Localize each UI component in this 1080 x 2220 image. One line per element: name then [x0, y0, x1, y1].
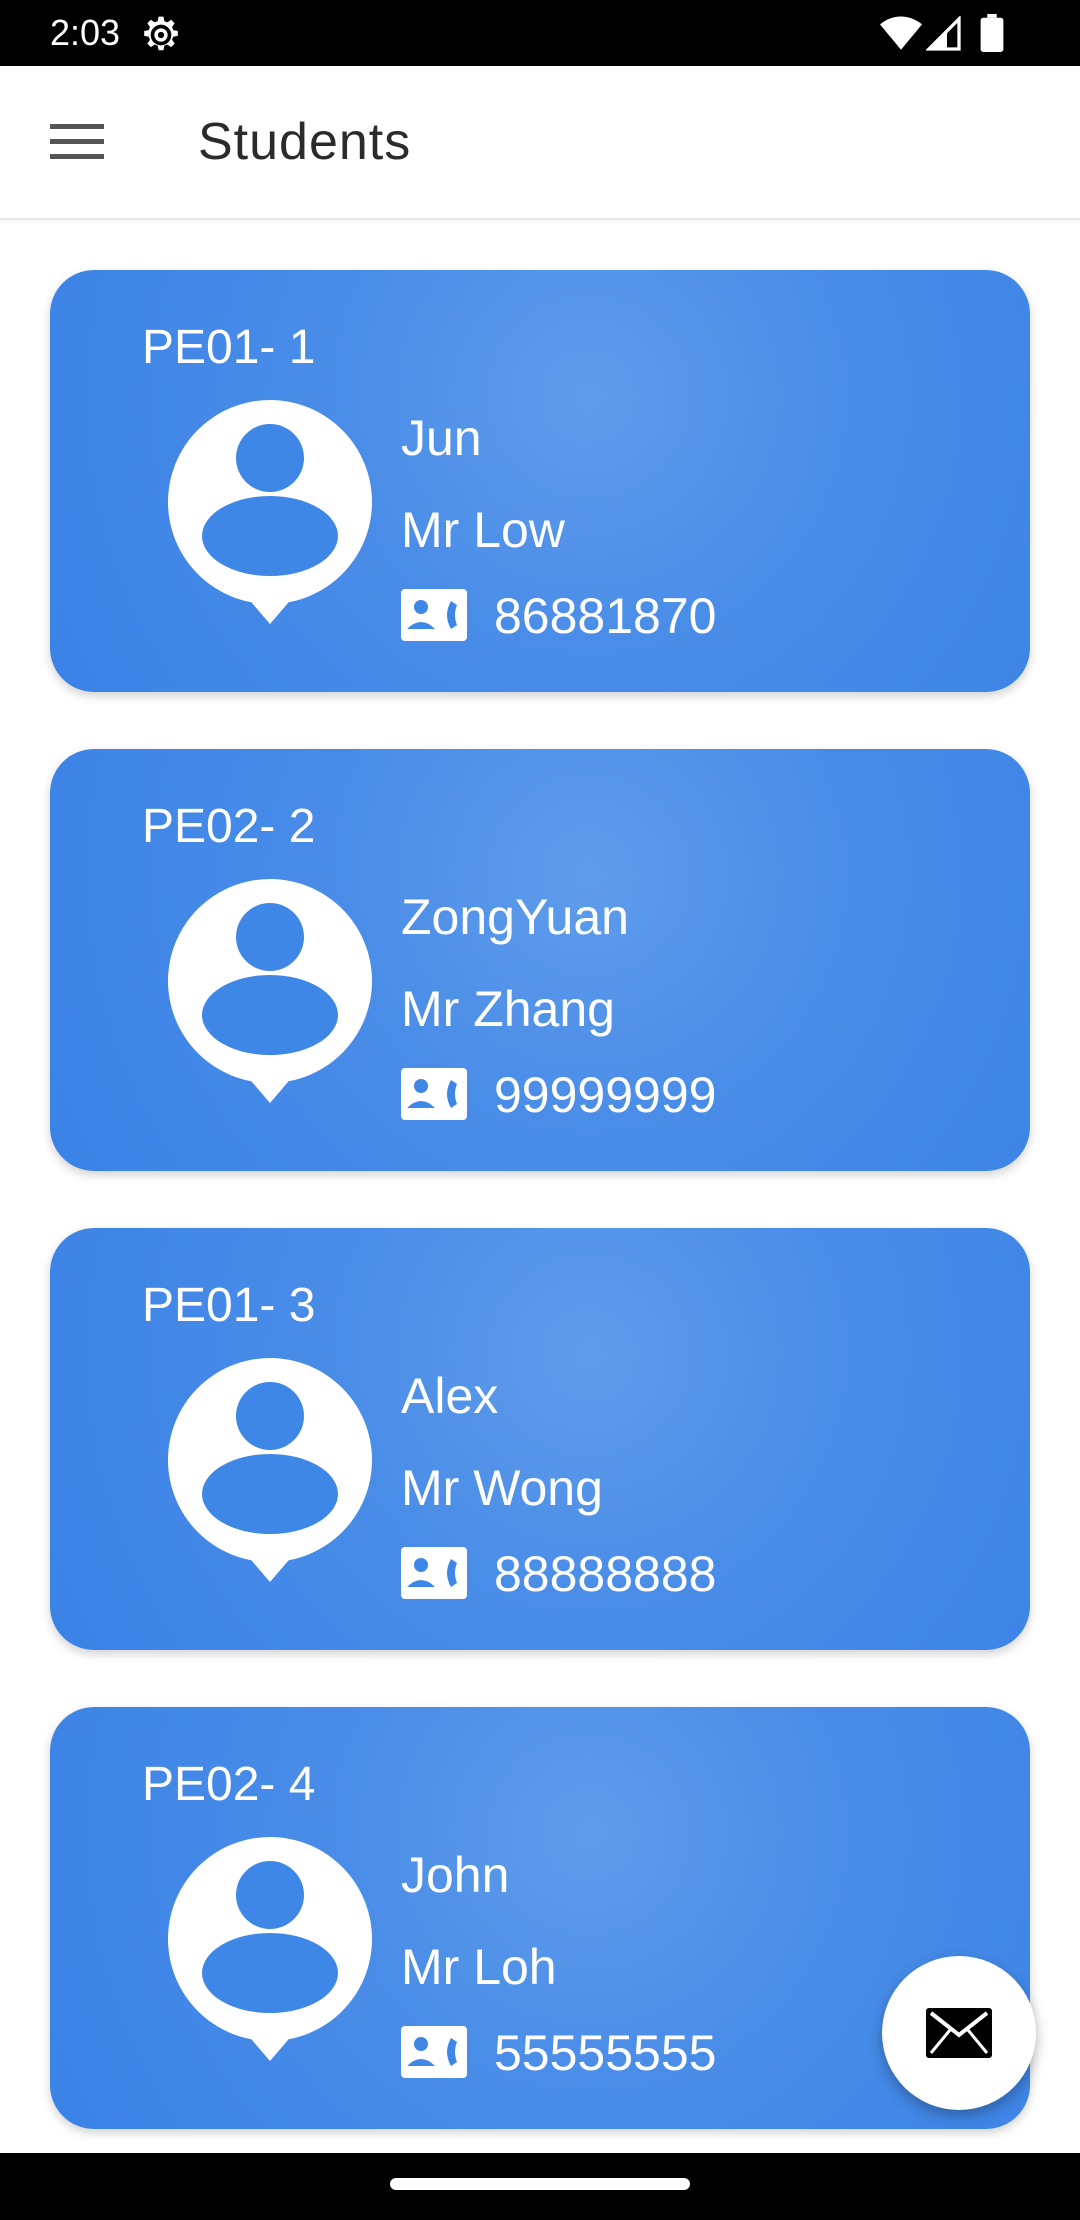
student-phone: 88888888 — [494, 1546, 717, 1602]
student-code: PE01- 3 — [142, 1279, 316, 1332]
student-card[interactable]: PE01- 3 Alex Mr Wong 88888888 — [50, 1228, 1030, 1650]
teacher-name: Mr Zhang — [401, 981, 615, 1037]
teacher-name: Mr Wong — [401, 1460, 603, 1516]
signal-icon — [926, 16, 961, 51]
student-name: John — [401, 1847, 510, 1903]
student-card[interactable]: PE02- 4 John Mr Loh 55555555 — [50, 1707, 1030, 2129]
menu-icon[interactable] — [50, 122, 104, 162]
status-bar: 2:03 — [0, 0, 1080, 66]
student-avatar-icon — [168, 400, 372, 624]
student-code: PE01- 1 — [142, 321, 316, 374]
student-avatar-icon — [168, 879, 372, 1103]
student-phone: 86881870 — [494, 588, 717, 644]
student-avatar-icon — [168, 1837, 372, 2061]
battery-icon — [980, 14, 1004, 52]
gear-icon — [144, 16, 178, 51]
contact-phone-icon — [401, 1068, 467, 1120]
student-phone: 55555555 — [494, 2025, 717, 2081]
student-name: Alex — [401, 1368, 499, 1424]
teacher-name: Mr Loh — [401, 1939, 557, 1995]
wifi-icon — [880, 16, 922, 50]
contact-phone-icon — [401, 2026, 467, 2078]
student-list: PE01- 1 Jun Mr Low 86881870 PE02- 2 Zong… — [0, 218, 1080, 2153]
student-card[interactable]: PE01- 1 Jun Mr Low 86881870 — [50, 270, 1030, 692]
student-avatar-icon — [168, 1358, 372, 1582]
student-code: PE02- 2 — [142, 800, 316, 853]
page-title: Students — [198, 113, 412, 171]
student-name: ZongYuan — [401, 889, 629, 945]
student-name: Jun — [401, 410, 482, 466]
teacher-name: Mr Low — [401, 502, 565, 558]
contact-phone-icon — [401, 589, 467, 641]
app-bar: Students — [0, 66, 1080, 220]
mail-icon — [926, 2008, 992, 2058]
student-code: PE02- 4 — [142, 1758, 316, 1811]
home-gesture-handle[interactable] — [390, 2178, 690, 2190]
student-phone: 99999999 — [494, 1067, 717, 1123]
contact-phone-icon — [401, 1547, 467, 1599]
student-card[interactable]: PE02- 2 ZongYuan Mr Zhang 99999999 — [50, 749, 1030, 1171]
system-nav-bar — [0, 2153, 1080, 2220]
status-time: 2:03 — [50, 12, 121, 53]
compose-mail-button[interactable] — [882, 1956, 1036, 2110]
